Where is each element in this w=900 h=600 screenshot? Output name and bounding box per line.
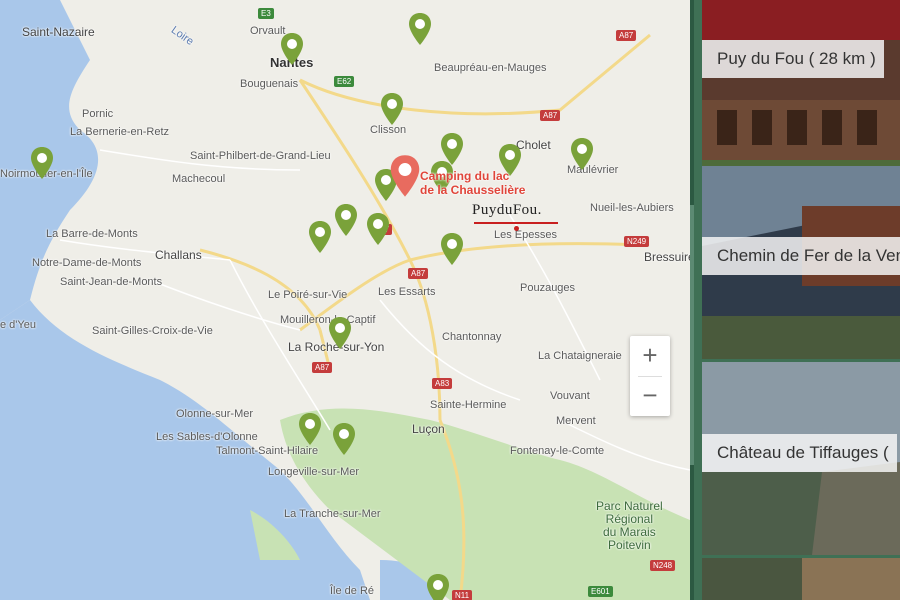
city-pouzauges: Pouzauges bbox=[520, 282, 576, 294]
city-talmont: Talmont-Saint-Hilaire bbox=[216, 445, 319, 457]
location-pin-icon[interactable] bbox=[426, 573, 450, 600]
city-bouguenais: Bouguenais bbox=[240, 78, 299, 90]
location-pin-icon[interactable] bbox=[380, 92, 404, 126]
card-photo bbox=[702, 558, 900, 600]
location-pin-icon[interactable] bbox=[408, 12, 432, 46]
road-shield: E3 bbox=[258, 8, 274, 19]
camping-label: Camping du lac de la Chausselière bbox=[420, 169, 526, 197]
location-pin-icon[interactable] bbox=[366, 212, 390, 246]
city-nueil: Nueil-les-Aubiers bbox=[590, 202, 674, 214]
puy-du-fou-logo: PuyduFou. bbox=[472, 202, 542, 218]
road-shield: N248 bbox=[650, 560, 676, 571]
city-saint-nazaire: Saint-Nazaire bbox=[22, 25, 95, 39]
attraction-title[interactable]: Château de Tiffauges ( bbox=[702, 434, 897, 472]
attraction-title[interactable]: Chemin de Fer de la Ven bbox=[702, 237, 900, 275]
city-saint-jean: Saint-Jean-de-Monts bbox=[60, 276, 163, 288]
city-essarts: Les Essarts bbox=[378, 286, 436, 298]
location-pin-icon[interactable] bbox=[570, 137, 594, 171]
city-mervent: Mervent bbox=[556, 415, 596, 427]
city-sables: Les Sables-d'Olonne bbox=[156, 431, 258, 443]
road-shield: A87 bbox=[408, 268, 429, 279]
attraction-card[interactable]: Chemin de Fer de la Ven bbox=[702, 166, 900, 359]
city-bressuire: Bressuire bbox=[644, 250, 690, 264]
card-photo bbox=[702, 0, 900, 193]
city-fontenay: Fontenay-le-Comte bbox=[510, 445, 605, 457]
parc-marais: Parc Naturel Régional du Marais Poitevin bbox=[596, 499, 663, 552]
logo-dot bbox=[514, 226, 519, 231]
location-pin-icon[interactable] bbox=[332, 422, 356, 456]
city-barre: La Barre-de-Monts bbox=[46, 228, 138, 240]
sidebar-scroll-thumb[interactable] bbox=[690, 205, 694, 465]
attraction-card[interactable]: Château de Tiffauges ( bbox=[702, 362, 900, 555]
city-olonne: Olonne-sur-Mer bbox=[176, 408, 254, 420]
city-chataigneraie: La Chataigneraie bbox=[538, 350, 622, 362]
city-saint-philbert: Saint-Philbert-de-Grand-Lieu bbox=[190, 150, 331, 162]
city-notre-dame: Notre-Dame-de-Monts bbox=[32, 257, 142, 269]
city-beaupreau: Beaupréau-en-Mauges bbox=[434, 62, 547, 74]
location-pin-icon[interactable] bbox=[298, 412, 322, 446]
location-pin-icon[interactable] bbox=[440, 232, 464, 266]
city-challans: Challans bbox=[155, 248, 202, 262]
city-vouvant: Vouvant bbox=[550, 390, 590, 402]
city-machecoul: Machecoul bbox=[172, 173, 226, 185]
zoom-separator bbox=[638, 376, 662, 377]
road-shield: E62 bbox=[334, 76, 355, 87]
map-view[interactable]: Nantes Cholet Saint-Nazaire Orvault Boug… bbox=[0, 0, 690, 600]
camping-location-marker[interactable] bbox=[388, 154, 422, 198]
city-bernerie: La Bernerie-en-Retz bbox=[70, 126, 170, 138]
city-re: Île de Ré bbox=[330, 585, 375, 597]
location-pin-icon[interactable] bbox=[308, 220, 332, 254]
road-shield: A83 bbox=[432, 378, 453, 389]
zoom-control: + − bbox=[630, 336, 670, 416]
city-pornic: Pornic bbox=[82, 108, 114, 120]
road-shield: N249 bbox=[624, 236, 650, 247]
logo-underline bbox=[474, 222, 558, 224]
location-pin-icon[interactable] bbox=[280, 32, 304, 66]
road-shield: A87 bbox=[312, 362, 333, 373]
city-chantonnay: Chantonnay bbox=[442, 331, 502, 343]
city-yeu: e d'Yeu bbox=[0, 319, 36, 331]
location-pin-icon[interactable] bbox=[334, 203, 358, 237]
road-shield: A87 bbox=[616, 30, 637, 41]
road-shield: A87 bbox=[540, 110, 561, 121]
attraction-card[interactable] bbox=[702, 558, 900, 600]
road-shield: E601 bbox=[588, 586, 613, 597]
city-epesses: Les Epesses bbox=[494, 229, 557, 241]
location-pin-icon[interactable] bbox=[328, 316, 352, 350]
city-saint-gilles: Saint-Gilles-Croix-de-Vie bbox=[92, 325, 213, 337]
road-shield: N11 bbox=[452, 590, 473, 600]
attraction-card[interactable]: Puy du Fou ( 28 km ) bbox=[702, 0, 900, 193]
city-longeville: Longeville-sur-Mer bbox=[268, 466, 360, 478]
city-sainte-hermine: Sainte-Hermine bbox=[430, 399, 507, 411]
city-poire: Le Poiré-sur-Vie bbox=[268, 289, 348, 301]
zoom-in-button[interactable]: + bbox=[630, 336, 670, 376]
zoom-out-button[interactable]: − bbox=[630, 376, 670, 416]
city-lucon: Luçon bbox=[412, 422, 445, 436]
location-pin-icon[interactable] bbox=[30, 146, 54, 180]
attraction-title[interactable]: Puy du Fou ( 28 km ) bbox=[702, 40, 884, 78]
city-tranche: La Tranche-sur-Mer bbox=[284, 508, 381, 520]
